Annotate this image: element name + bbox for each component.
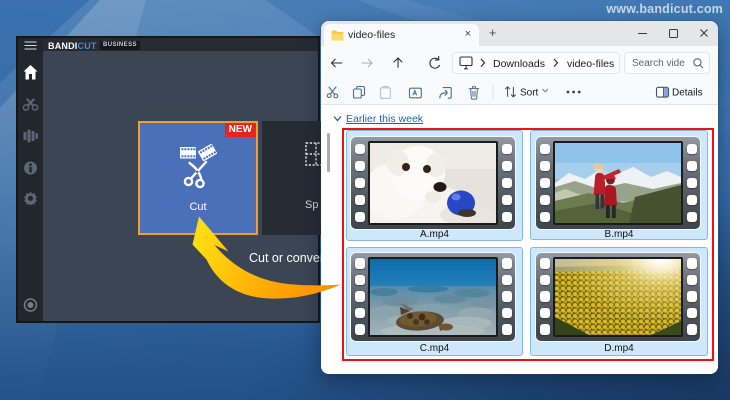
svg-text:Details: Details [672,88,703,99]
svg-text:Sort: Sort [520,88,539,99]
svg-text:Downloads: Downloads [493,58,545,70]
svg-text:video-files: video-files [567,58,614,70]
